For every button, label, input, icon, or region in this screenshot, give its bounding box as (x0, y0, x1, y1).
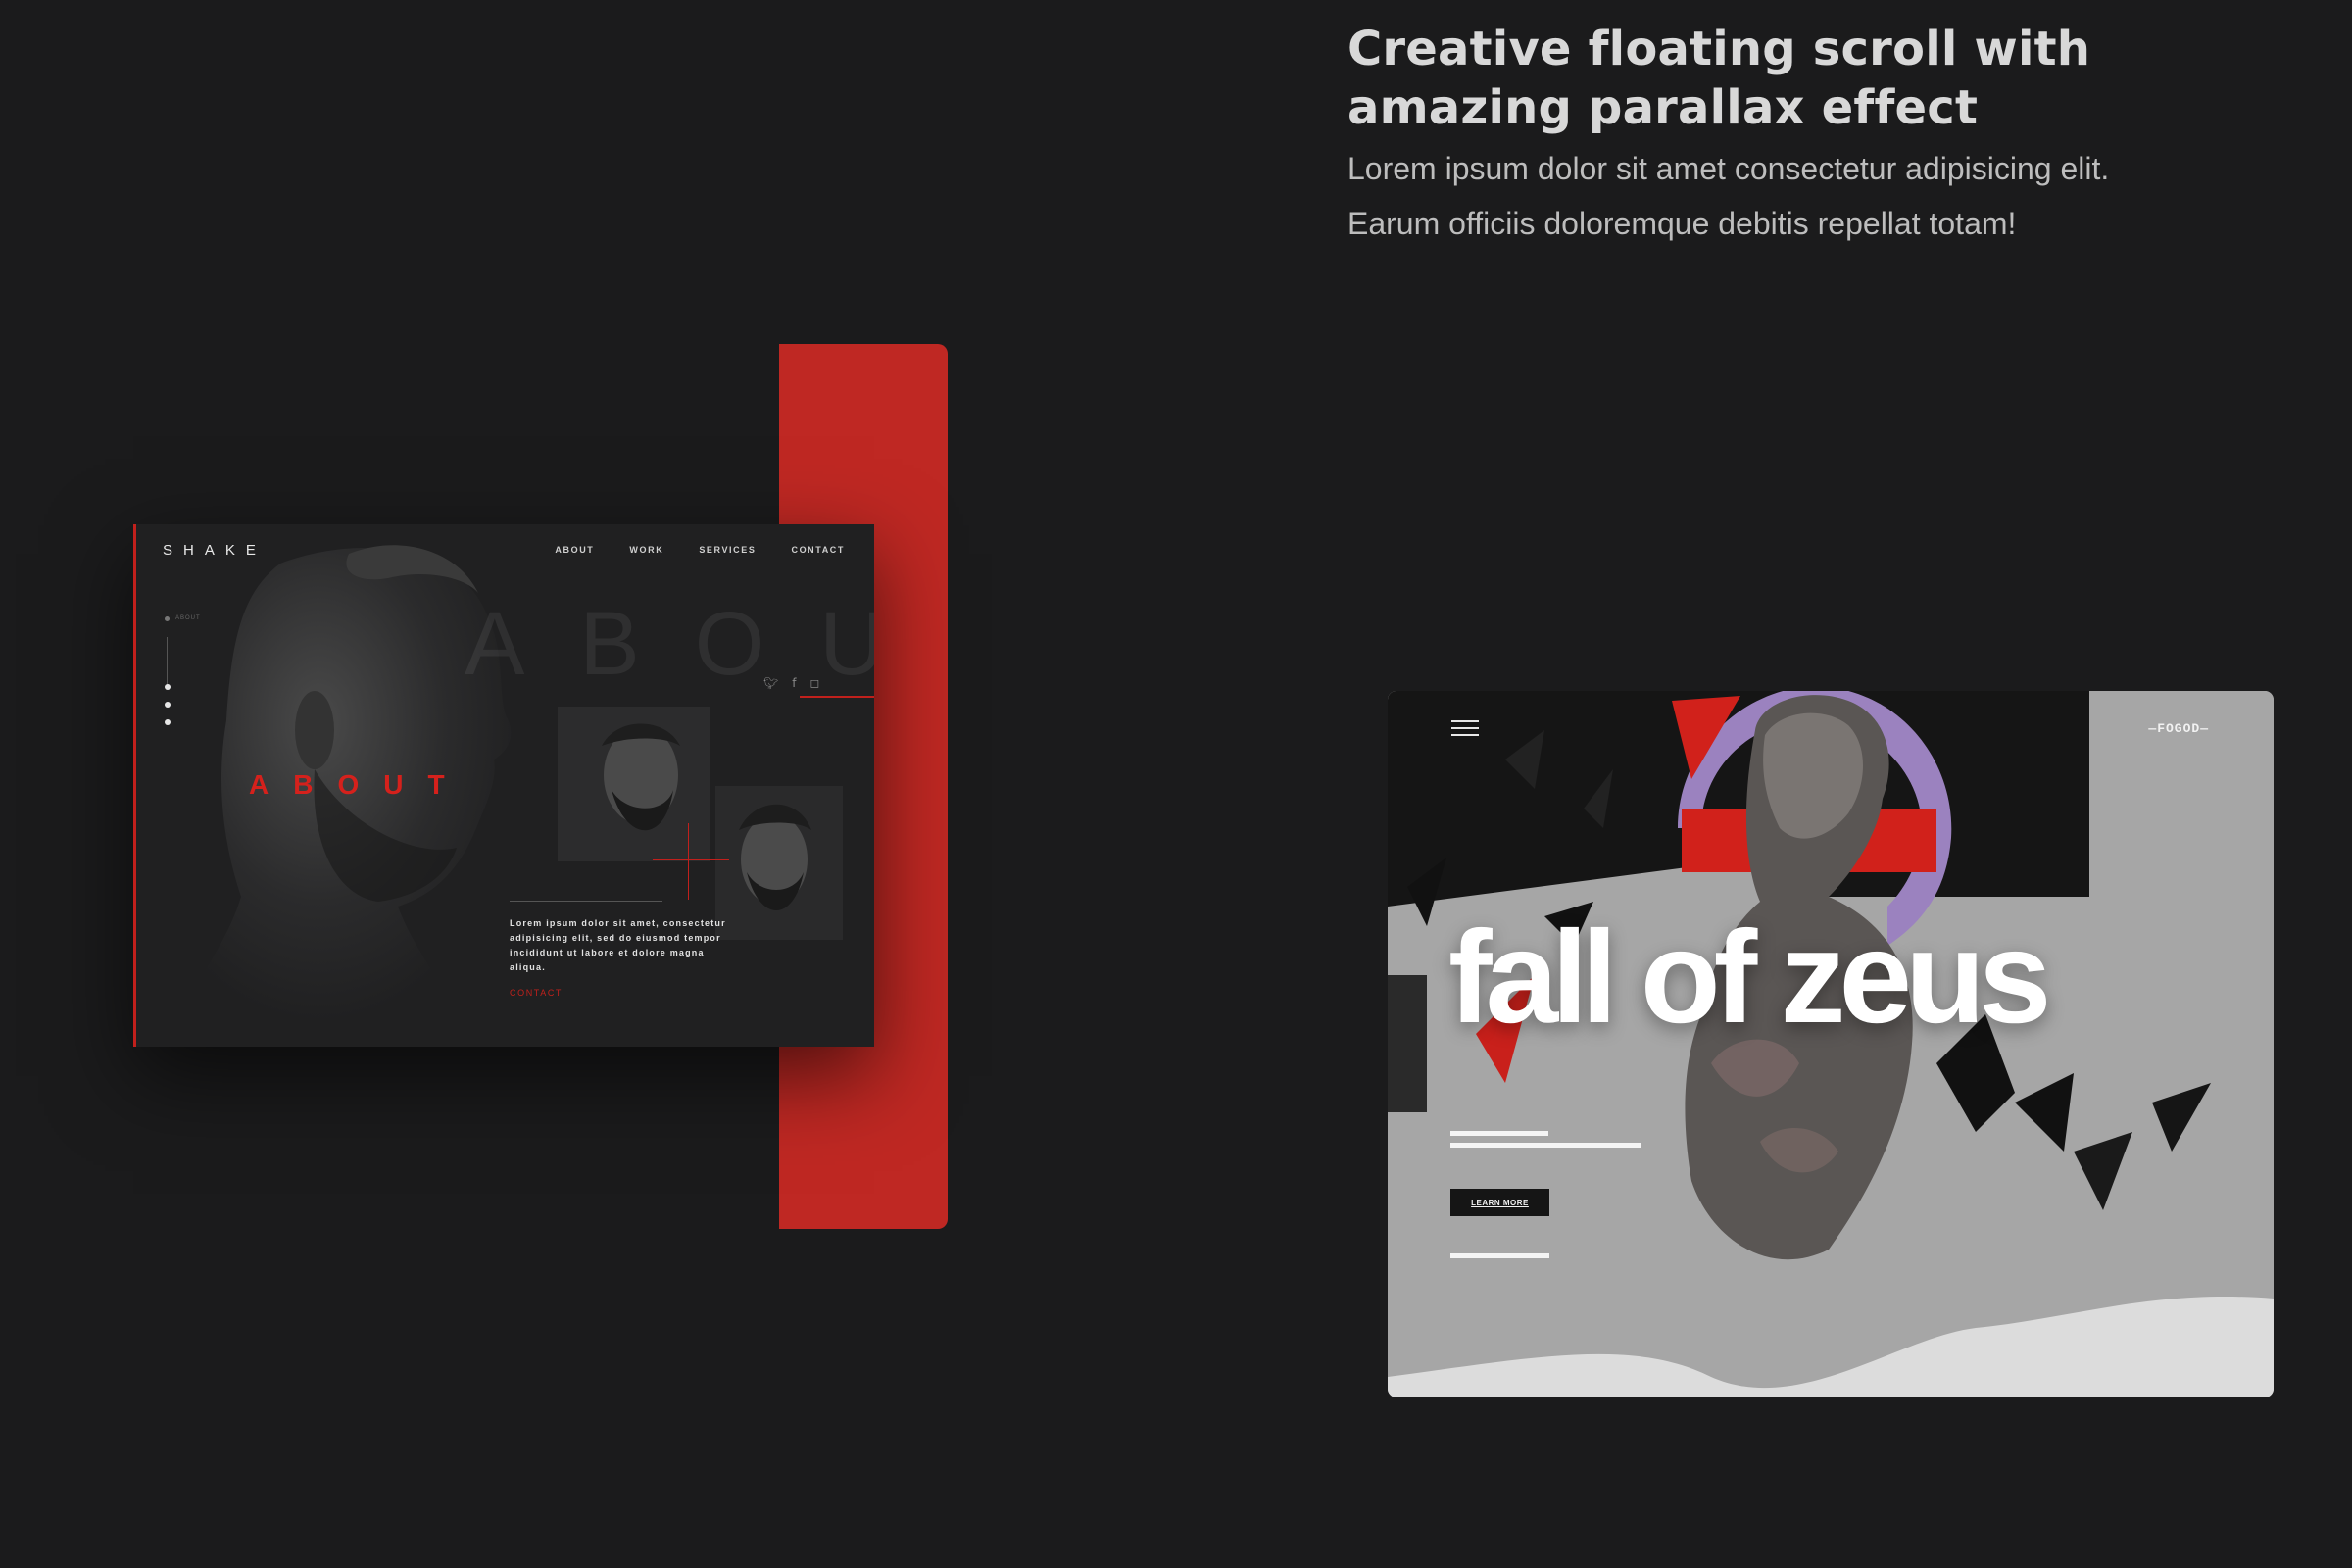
socials-underline (800, 696, 874, 698)
zeus-title: fall of zeus (1448, 905, 2051, 1051)
hamburger-icon[interactable] (1451, 720, 1479, 740)
pager-dot[interactable] (165, 684, 171, 690)
page: Creative floating scroll with amazing pa… (0, 0, 2352, 1568)
about-body-text: Lorem ipsum dolor sit amet, consectetur … (510, 918, 726, 972)
crosshair-horizontal (653, 859, 729, 860)
twitter-icon[interactable]: 🐦︎ (763, 676, 778, 690)
red-about-heading: ABOUT (249, 769, 469, 800)
nav-item-about[interactable]: ABOUT (555, 545, 594, 555)
learn-more-button[interactable]: LEARN MORE (1450, 1189, 1549, 1216)
crosshair-vertical (688, 823, 689, 900)
facebook-icon[interactable]: f (792, 676, 796, 690)
side-section-tag: ABOUT (165, 615, 201, 621)
side-progress-line (167, 637, 168, 686)
text-placeholder-bar (1450, 1131, 1548, 1136)
hero-description-line-1: Lorem ipsum dolor sit amet consectetur a… (1348, 151, 2110, 186)
left-accent-line (133, 524, 136, 1047)
nav-item-services[interactable]: SERVICES (699, 545, 756, 555)
portrait-thumbnail-1 (558, 707, 710, 861)
nav-item-work[interactable]: WORK (629, 545, 663, 555)
hero-description: Lorem ipsum dolor sit amet consectetur a… (1348, 141, 2288, 251)
section-pager (165, 684, 171, 725)
hero-description-line-2: Earum officiis doloremque debitis repell… (1348, 206, 2017, 241)
contact-link[interactable]: CONTACT (510, 988, 563, 998)
side-tag-dot (165, 615, 170, 621)
text-divider (510, 901, 662, 902)
social-links: 🐦︎ f ◻ (763, 676, 819, 690)
text-placeholder-bar (1450, 1253, 1549, 1258)
hero-section: Creative floating scroll with amazing pa… (1348, 20, 2288, 251)
side-tag-label: ABOUT (175, 615, 201, 621)
hero-title: Creative floating scroll with amazing pa… (1348, 22, 2091, 135)
pager-dot[interactable] (165, 719, 171, 725)
shake-website-mockup[interactable]: SHAKE ABOUT WORK SERVICES CONTACT ABOUT … (133, 524, 874, 1047)
nav-item-contact[interactable]: CONTACT (791, 545, 845, 555)
shake-logo[interactable]: SHAKE (163, 542, 267, 559)
shake-nav: ABOUT WORK SERVICES CONTACT (555, 545, 845, 555)
fall-of-zeus-mockup[interactable]: —FOGOD— fall of zeus LEARN MORE (1388, 691, 2274, 1397)
text-placeholder-bar (1450, 1143, 1641, 1148)
instagram-icon[interactable]: ◻ (809, 676, 819, 690)
fogod-logo[interactable]: —FOGOD— (2148, 721, 2209, 736)
pager-dot[interactable] (165, 702, 171, 708)
